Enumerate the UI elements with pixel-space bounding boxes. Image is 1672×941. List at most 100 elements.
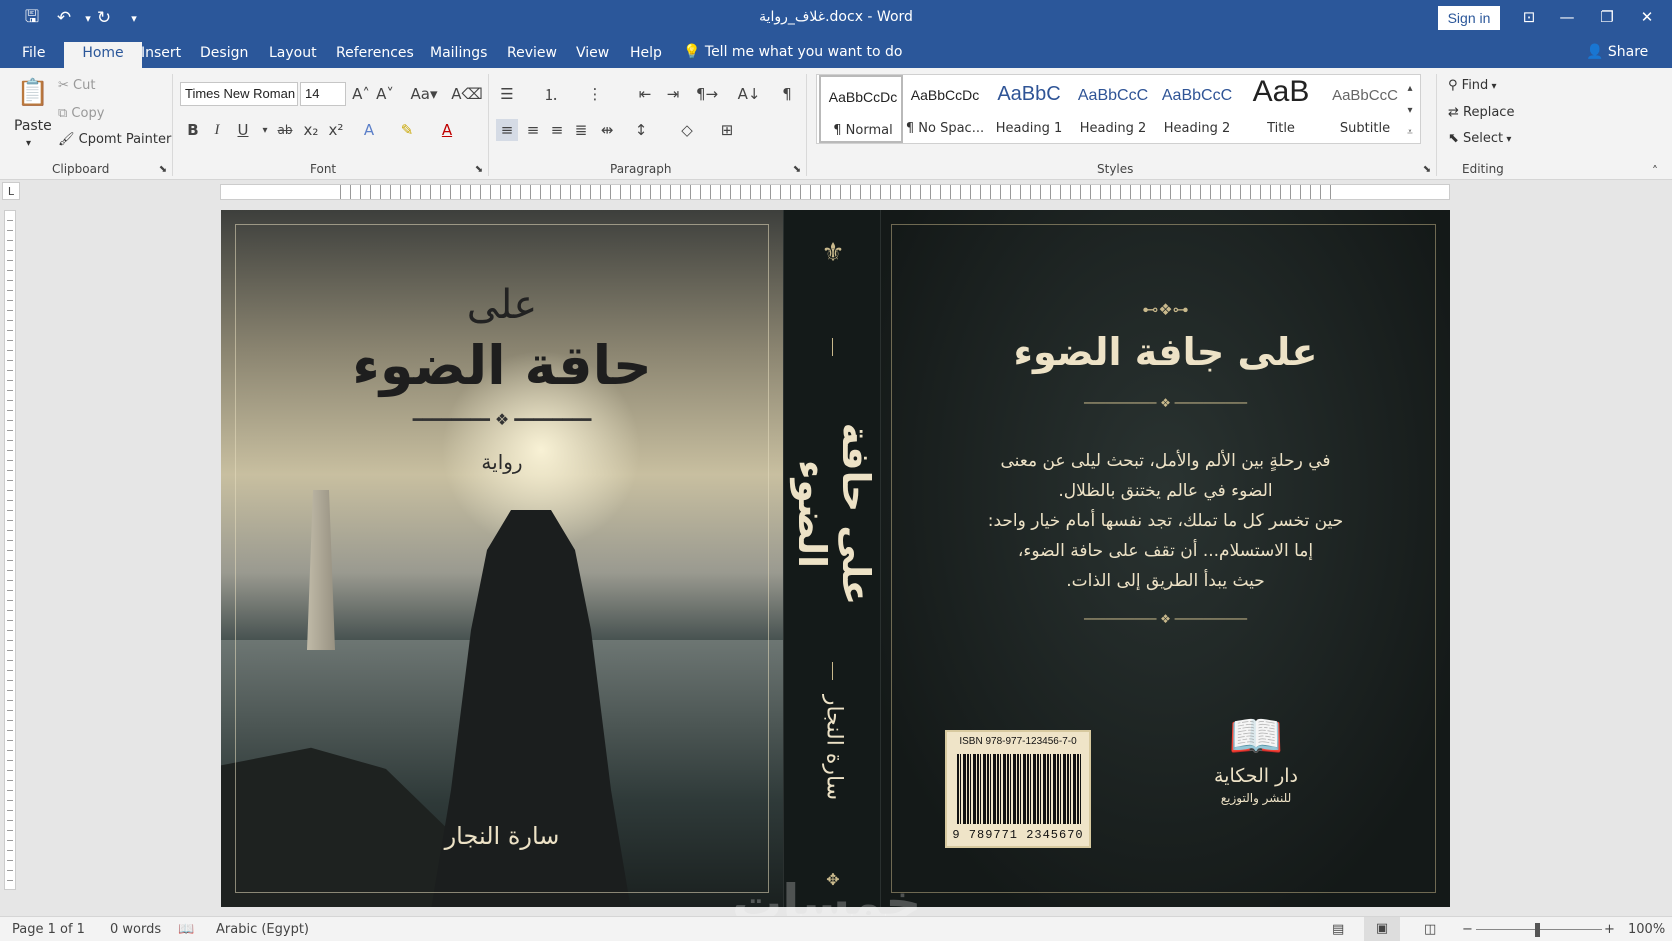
- close-icon[interactable]: ✕: [1630, 5, 1664, 29]
- font-size-combo[interactable]: 14: [300, 82, 346, 106]
- clear-formatting-icon[interactable]: A⌫: [451, 83, 482, 105]
- tab-review[interactable]: Review: [497, 42, 567, 68]
- align-right-icon[interactable]: ≡: [546, 119, 568, 141]
- sort-icon[interactable]: A↓: [738, 83, 761, 105]
- highlight-icon[interactable]: ✎: [396, 119, 418, 141]
- align-left-icon[interactable]: ≡: [496, 119, 518, 141]
- gallery-down-icon[interactable]: ▾: [1401, 99, 1419, 121]
- align-center-icon[interactable]: ≡: [522, 119, 544, 141]
- style-subtitle[interactable]: AaBbCcC Subtitle: [1323, 75, 1407, 143]
- style-no-spacing[interactable]: AaBbCcDc ¶ No Spac...: [903, 75, 987, 143]
- style-heading-2[interactable]: AaBbCcC Heading 2: [1071, 75, 1155, 143]
- tab-insert[interactable]: Insert: [131, 42, 191, 68]
- word-count[interactable]: 0 words: [110, 922, 161, 937]
- tab-help[interactable]: Help: [620, 42, 672, 68]
- borders-icon[interactable]: ⊞: [716, 119, 738, 141]
- shrink-font-icon[interactable]: A˅: [374, 83, 396, 105]
- font-color-icon[interactable]: A: [436, 119, 458, 141]
- numbering-icon[interactable]: ⒈: [540, 83, 562, 105]
- distributed-icon[interactable]: ⇹: [596, 119, 618, 141]
- tab-layout[interactable]: Layout: [259, 42, 327, 68]
- paragraph-launcher-icon[interactable]: ⬊: [790, 162, 804, 176]
- style-preview: AaBbC: [997, 83, 1061, 105]
- tell-me-box[interactable]: 💡 Tell me what you want to do: [683, 44, 902, 60]
- find-label: Find: [1461, 78, 1489, 93]
- tab-file[interactable]: File: [12, 42, 55, 68]
- tab-view[interactable]: View: [566, 42, 619, 68]
- style-normal[interactable]: AaBbCcDc ¶ Normal: [819, 75, 903, 143]
- horizontal-ruler[interactable]: [220, 184, 1450, 200]
- page-count[interactable]: Page 1 of 1: [12, 922, 85, 937]
- cut-button[interactable]: ✂ Cut: [58, 78, 95, 93]
- vertical-ruler[interactable]: [4, 210, 16, 890]
- gallery-more-icon[interactable]: ⩡: [1401, 121, 1419, 143]
- proofing-icon[interactable]: 📖: [178, 922, 194, 937]
- minimize-icon[interactable]: —: [1550, 5, 1584, 29]
- find-button[interactable]: ⚲ Find ▾: [1448, 78, 1497, 93]
- strikethrough-icon[interactable]: ab: [274, 119, 296, 141]
- subscript-icon[interactable]: x₂: [300, 119, 322, 141]
- style-preview: AaBbCcC: [1161, 87, 1233, 104]
- copy-icon: ⧉: [58, 106, 72, 121]
- increase-indent-icon[interactable]: ⇥: [662, 83, 684, 105]
- font-name-combo[interactable]: Times New Roman: [180, 82, 298, 106]
- show-marks-icon[interactable]: ¶: [776, 83, 798, 105]
- bold-icon[interactable]: B: [182, 119, 204, 141]
- print-layout-icon[interactable]: ▣: [1364, 917, 1400, 941]
- tab-selector-icon[interactable]: L: [2, 182, 20, 200]
- cursor-icon: ⬉: [1448, 131, 1464, 146]
- gallery-up-icon[interactable]: ▴: [1401, 77, 1419, 99]
- style-title[interactable]: AaB Title: [1239, 75, 1323, 143]
- bullets-icon[interactable]: ☰: [496, 83, 518, 105]
- sign-in-button[interactable]: Sign in: [1438, 6, 1500, 30]
- ltr-icon[interactable]: ¶→: [696, 83, 718, 105]
- copy-button[interactable]: ⧉ Copy: [58, 106, 104, 121]
- clipboard-launcher-icon[interactable]: ⬊: [156, 162, 170, 176]
- tab-design[interactable]: Design: [190, 42, 258, 68]
- style-preview: AaBbCcDc: [910, 87, 980, 103]
- brush-icon: 🖌: [58, 132, 79, 147]
- superscript-icon[interactable]: x²: [325, 119, 347, 141]
- share-button[interactable]: 👤 Share: [1586, 44, 1648, 60]
- line-spacing-icon[interactable]: ↕: [630, 119, 652, 141]
- collapse-ribbon-icon[interactable]: ˄: [1644, 160, 1666, 182]
- restore-icon[interactable]: ❐: [1590, 5, 1624, 29]
- zoom-slider-thumb[interactable]: [1535, 923, 1540, 937]
- underline-dropdown-icon[interactable]: ▾: [254, 119, 276, 141]
- style-preview: AaBbCcC: [1077, 87, 1149, 104]
- spine-top-ornament: ⚜: [821, 238, 845, 268]
- font-launcher-icon[interactable]: ⬊: [472, 162, 486, 176]
- italic-icon[interactable]: I: [206, 119, 228, 141]
- zoom-level[interactable]: 100%: [1628, 922, 1665, 937]
- zoom-out-icon[interactable]: −: [1462, 922, 1473, 937]
- change-case-icon[interactable]: Aa▾: [408, 83, 440, 105]
- grow-font-icon[interactable]: A˄: [350, 83, 372, 105]
- shading-icon[interactable]: ◇: [676, 119, 698, 141]
- select-label: Select: [1463, 131, 1504, 146]
- font-group-label: Font: [310, 162, 337, 176]
- replace-icon: ⇄: [1448, 105, 1464, 120]
- tab-mailings[interactable]: Mailings: [420, 42, 497, 68]
- tab-references[interactable]: References: [326, 42, 424, 68]
- text-effects-icon[interactable]: A: [358, 119, 380, 141]
- web-layout-icon[interactable]: ◫: [1424, 922, 1436, 937]
- styles-launcher-icon[interactable]: ⬊: [1420, 162, 1434, 176]
- decrease-indent-icon[interactable]: ⇤: [634, 83, 656, 105]
- underline-icon[interactable]: U: [232, 119, 254, 141]
- zoom-in-icon[interactable]: +: [1604, 922, 1615, 937]
- paste-button[interactable]: Paste: [14, 118, 52, 134]
- multilevel-list-icon[interactable]: ⋮: [584, 83, 606, 105]
- style-heading-2b[interactable]: AaBbCcC Heading 2: [1155, 75, 1239, 143]
- editing-group-label: Editing: [1462, 162, 1504, 176]
- paste-dropdown-icon[interactable]: ▾: [26, 138, 31, 149]
- read-mode-icon[interactable]: ▤: [1332, 922, 1344, 937]
- style-heading-1[interactable]: AaBbC Heading 1: [987, 75, 1071, 143]
- format-painter-button[interactable]: 🖌 Cpomt Painter: [58, 132, 171, 147]
- select-button[interactable]: ⬉ Select ▾: [1448, 131, 1511, 146]
- justify-icon[interactable]: ≣: [570, 119, 592, 141]
- separator: [806, 74, 807, 176]
- language-indicator[interactable]: Arabic (Egypt): [216, 922, 309, 937]
- replace-button[interactable]: ⇄ Replace: [1448, 105, 1514, 120]
- ribbon-display-icon[interactable]: ⊡: [1512, 5, 1546, 29]
- paste-icon[interactable]: 📋: [16, 76, 50, 110]
